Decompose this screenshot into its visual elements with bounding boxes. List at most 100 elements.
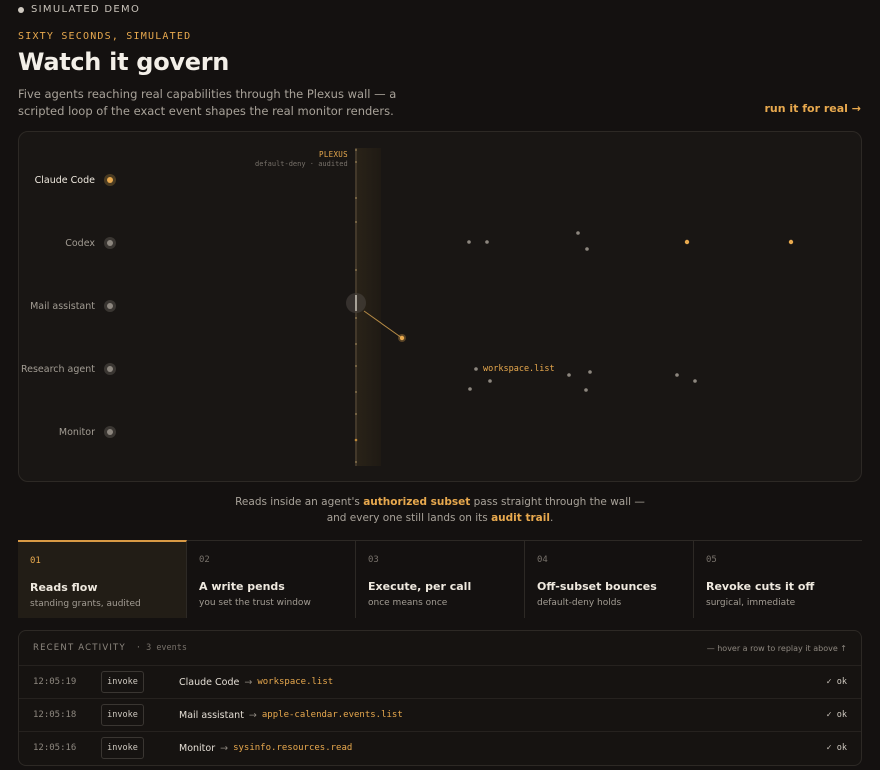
page-lede: Five agents reaching real capabilities t…	[18, 87, 397, 118]
capability-node	[485, 240, 489, 244]
activity-time: 12:05:16	[33, 743, 77, 753]
agent-research-agent[interactable]: Research agent	[21, 363, 116, 375]
step-subtitle: surgical, immediate	[706, 598, 796, 608]
agent-status-icon	[104, 426, 116, 438]
activity-row[interactable]: 12:05:18 invoke Mail assistant → apple-c…	[19, 698, 861, 731]
activity-agent: Claude Code	[179, 676, 240, 688]
agent-name: Claude Code	[34, 174, 95, 186]
wall-tick	[354, 438, 358, 442]
arrow-right-icon: →	[220, 742, 229, 754]
step-tab-execute-per-call[interactable]: 03 Execute, per call once means once	[356, 541, 525, 618]
step-number: 01	[30, 556, 41, 566]
step-title: Execute, per call	[368, 580, 472, 593]
activity-hint: — hover a row to replay it above ↑	[706, 643, 847, 653]
arrow-right-icon: →	[244, 676, 253, 688]
activity-status: ✓ ok	[826, 677, 847, 687]
stage-caption: Reads inside an agent's authorized subse…	[230, 494, 650, 526]
activity-capability: apple-calendar.events.list	[261, 710, 403, 720]
step-tab-write-pends[interactable]: 02 A write pends you set the trust windo…	[187, 541, 356, 618]
step-number: 04	[537, 555, 548, 565]
agent-name: Research agent	[20, 363, 95, 375]
demo-tag-label: SIMULATED DEMO	[31, 4, 141, 15]
capability-node	[585, 247, 589, 251]
wall-tick	[355, 149, 357, 151]
capability-label: workspace.list	[483, 364, 555, 374]
capability-node	[567, 373, 571, 377]
activity-type-badge: invoke	[101, 704, 144, 726]
capability-node	[467, 240, 471, 244]
capability-node	[488, 379, 492, 383]
capability-node	[684, 239, 690, 245]
agent-status-icon	[104, 363, 116, 375]
wall-name-label: PLEXUS	[319, 150, 348, 159]
section-eyebrow: SIXTY SECONDS, SIMULATED	[18, 31, 192, 42]
capability-node	[584, 388, 588, 392]
step-subtitle: default-deny holds	[537, 598, 622, 608]
step-tab-revoke[interactable]: 05 Revoke cuts it off surgical, immediat…	[694, 541, 862, 618]
wall-tick	[355, 221, 357, 223]
agent-mail-assistant[interactable]: Mail assistant	[30, 300, 116, 312]
agent-status-icon	[104, 174, 116, 186]
wall-tick	[355, 461, 357, 463]
run-it-for-real-link[interactable]: run it for real →	[765, 102, 862, 115]
scenario-steps: 01 Reads flow standing grants, audited 0…	[18, 540, 862, 618]
agent-status-icon	[104, 300, 116, 312]
agent-name: Mail assistant	[30, 300, 95, 312]
capability-node	[675, 373, 679, 377]
page-title: Watch it govern	[18, 48, 230, 76]
activity-row[interactable]: 12:05:16 invoke Monitor → sysinfo.resour…	[19, 731, 861, 764]
activity-agent: Mail assistant	[179, 709, 244, 721]
step-number: 03	[368, 555, 379, 565]
activity-time: 12:05:19	[33, 677, 77, 687]
activity-title: RECENT ACTIVITY	[33, 643, 126, 653]
step-title: Reads flow	[30, 581, 98, 594]
capability-node	[474, 367, 478, 371]
wall-tick	[355, 197, 357, 199]
step-title: Revoke cuts it off	[706, 580, 815, 593]
capability-node	[576, 231, 580, 235]
agent-monitor[interactable]: Monitor	[59, 426, 116, 438]
wall-tick	[355, 269, 357, 271]
capability-node	[693, 379, 697, 383]
step-number: 02	[199, 555, 210, 565]
step-subtitle: once means once	[368, 598, 448, 608]
wall-tick	[355, 391, 357, 393]
agent-name: Monitor	[58, 426, 95, 438]
packet	[399, 335, 405, 341]
simulated-demo-tag: SIMULATED DEMO	[18, 4, 140, 15]
agent-name: Codex	[65, 237, 95, 249]
activity-type-badge: invoke	[101, 737, 144, 759]
activity-capability: sysinfo.resources.read	[233, 743, 353, 753]
step-number: 05	[706, 555, 717, 565]
wall-tick	[355, 317, 357, 319]
step-title: Off-subset bounces	[537, 580, 657, 593]
arrow-right-icon: →	[248, 709, 257, 721]
simulation-canvas	[346, 148, 794, 466]
wall-tick	[355, 413, 357, 415]
activity-count: · 3 events	[135, 643, 188, 653]
agent-claude-code[interactable]: Claude Code	[35, 174, 116, 186]
step-subtitle: you set the trust window	[199, 598, 311, 608]
activity-agent: Monitor	[179, 742, 216, 754]
activity-status: ✓ ok	[826, 743, 847, 753]
activity-time: 12:05:18	[33, 710, 77, 720]
status-dot-icon	[18, 6, 24, 13]
wall-tick	[355, 365, 357, 367]
capability-node	[468, 387, 472, 391]
step-subtitle: standing grants, audited	[30, 599, 141, 609]
capability-node	[588, 370, 592, 374]
caption-text: .	[549, 512, 554, 524]
agent-codex[interactable]: Codex	[65, 237, 116, 249]
capability-node	[788, 239, 794, 245]
activity-type-badge: invoke	[101, 671, 144, 693]
step-title: A write pends	[199, 580, 285, 593]
step-tab-reads-flow[interactable]: 01 Reads flow standing grants, audited	[18, 540, 187, 618]
step-tab-off-subset-bounces[interactable]: 04 Off-subset bounces default-deny holds	[525, 541, 694, 618]
activity-row[interactable]: 12:05:19 invoke Claude Code → workspace.…	[19, 665, 861, 698]
activity-capability: workspace.list	[257, 677, 334, 687]
recent-activity-panel: RECENT ACTIVITY · 3 events — hover a row…	[18, 630, 862, 766]
wall-tick	[355, 161, 357, 163]
caption-text: Reads inside an agent's	[235, 496, 364, 508]
caption-highlight: authorized subset	[363, 496, 471, 508]
activity-status: ✓ ok	[826, 710, 847, 720]
